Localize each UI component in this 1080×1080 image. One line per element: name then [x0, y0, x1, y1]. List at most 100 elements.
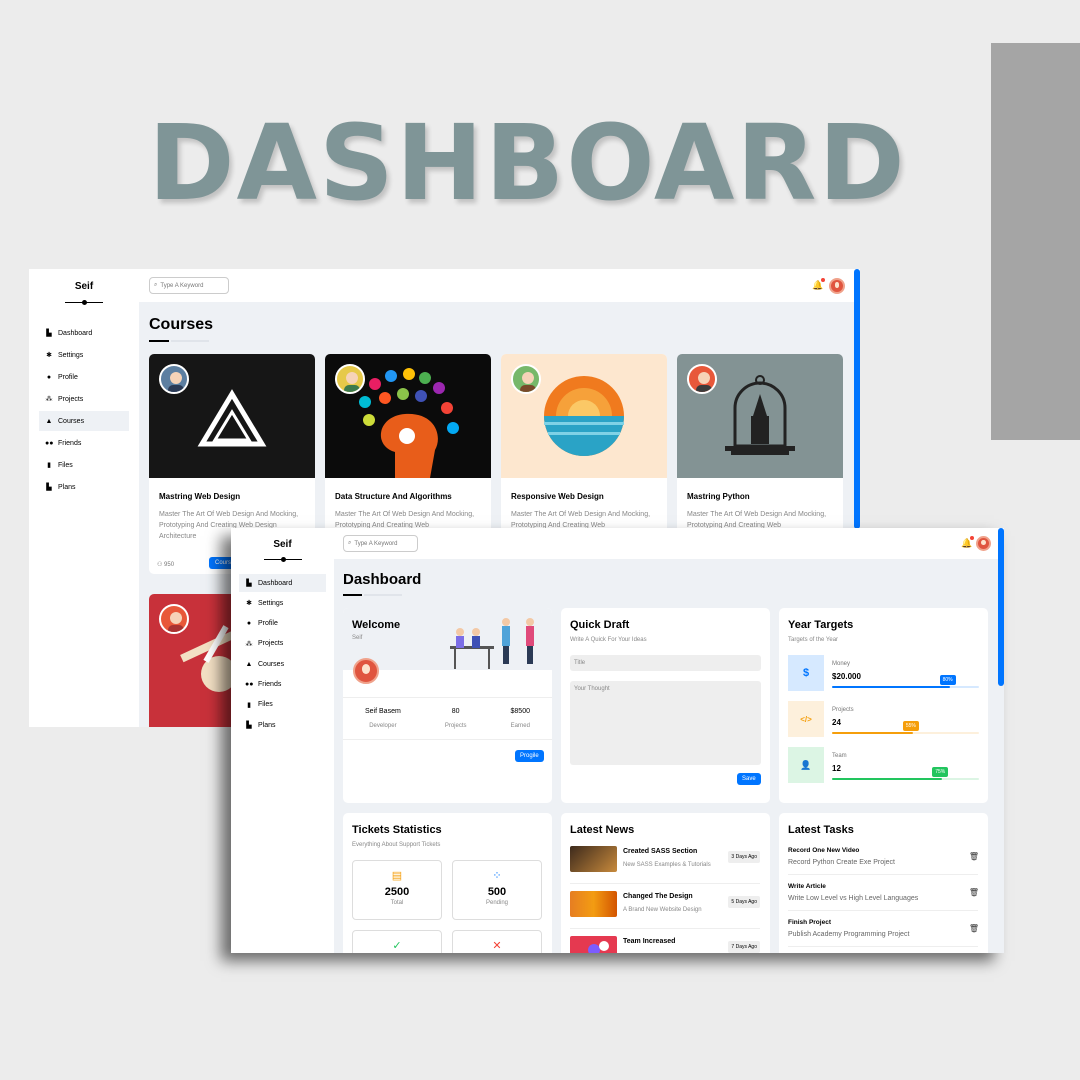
sidebar: Seif ▙ Dashboard ✱ Settings ● Profile ⁂ Proj… [29, 269, 139, 727]
course-thumbnail [325, 354, 491, 478]
sidebar-item-label: Courses [58, 417, 85, 425]
target-label: Team [832, 753, 847, 759]
sidebar-item-profile[interactable]: ● Profile [39, 367, 129, 387]
year-targets-title: Year Targets [788, 619, 854, 631]
stat-value: Seif Basem [365, 708, 401, 715]
target-value: 12 [832, 764, 841, 773]
sidebar: Seif ▙ Dashboard ✱ Settings ● Profile ⁂ Proj… [231, 528, 334, 953]
user-icon: ⚇ [157, 562, 165, 568]
user-icon: ● [46, 373, 52, 381]
students-count: ⚇ 950 [157, 561, 174, 568]
sidebar-item-plans[interactable]: ▙ Plans [239, 716, 326, 734]
divider [570, 883, 760, 884]
sidebar-item-friends[interactable]: ●● Friends [39, 433, 129, 453]
sidebar-item-dashboard[interactable]: ▙ Dashboard [239, 574, 326, 592]
news-title: Created SASS Section [623, 848, 698, 855]
year-targets-subtitle: Targets of the Year [788, 637, 839, 643]
divider [788, 946, 978, 947]
target-progress-fill [832, 732, 913, 734]
chart-icon: ▙ [46, 484, 52, 491]
welcome-card: Welcome Seif Seif Basem Developer 80 Proje… [343, 608, 552, 803]
year-targets-card: Year Targets Targets of the Year $ Money… [779, 608, 988, 803]
save-button[interactable]: Save [737, 773, 761, 785]
trash-icon[interactable]: 🗑 [969, 924, 979, 933]
dollar-icon: $ [788, 655, 824, 691]
sidebar-item-files[interactable]: ▮ Files [239, 696, 326, 714]
tickets-subtitle: Everything About Support Tickets [352, 842, 441, 848]
task-item: Record One New Video Record Python Creat… [788, 847, 979, 881]
latest-tasks-card: Latest Tasks Record One New Video Record… [779, 813, 988, 953]
sidebar-item-label: Dashboard [258, 579, 293, 587]
ticket-stat: ⁘ 500 Pending [452, 860, 542, 920]
course-thumbnail [149, 354, 315, 478]
target-percent-badge: 80% [939, 675, 956, 685]
stat-label: Projects [444, 723, 467, 729]
diagram-icon: ⁂ [245, 640, 253, 648]
spinner-icon: ⁘ [492, 870, 502, 882]
scrollbar[interactable] [998, 528, 1004, 686]
sidebar-item-projects[interactable]: ⁂ Projects [239, 635, 326, 653]
sidebar-nav: ▙ Dashboard ✱ Settings ● Profile ⁂ Projects … [231, 574, 334, 734]
target-value: 24 [832, 718, 841, 727]
course-title: Mastring Web Design [159, 492, 241, 501]
students-value: 950 [164, 562, 175, 568]
sidebar-item-projects[interactable]: ⁂ Projects [39, 389, 129, 409]
avatar[interactable] [829, 278, 845, 294]
avatar[interactable] [976, 536, 991, 551]
news-description: A Brand New Website Design [623, 907, 702, 913]
sidebar-item-friends[interactable]: ●● Friends [239, 675, 326, 693]
scrollbar[interactable] [854, 269, 860, 529]
quick-draft-subtitle: Write A Quick For Your Ideas [570, 637, 647, 643]
sidebar-item-plans[interactable]: ▙ Plans [39, 477, 129, 497]
divider [570, 928, 760, 929]
bell-icon[interactable]: 🔔 [812, 278, 826, 291]
top-bar: ⌕ Type A Keyword 🔔 [139, 269, 860, 302]
close-box-icon: ✕ [492, 940, 502, 952]
ticket-value: 500 [487, 886, 507, 898]
sidebar-item-settings[interactable]: ✱ Settings [239, 594, 326, 612]
brand-divider [263, 557, 302, 562]
sidebar-item-courses[interactable]: ▲ Courses [39, 411, 129, 431]
sidebar-item-courses[interactable]: ▲ Courses [239, 655, 326, 673]
ticket-label: Total [390, 900, 404, 906]
news-item[interactable]: Created SASS Section New SASS Examples &… [570, 846, 760, 880]
profile-button[interactable]: Progile [515, 750, 544, 762]
course-title: Mastring Python [687, 492, 750, 501]
trash-icon[interactable]: 🗑 [969, 852, 979, 861]
instructor-avatar [687, 364, 717, 394]
target-progress-bar: 55% [832, 721, 979, 734]
sidebar-item-dashboard[interactable]: ▙ Dashboard [39, 323, 129, 343]
course-thumbnail [677, 354, 843, 478]
welcome-title: Welcome [352, 619, 401, 631]
instructor-avatar [511, 364, 541, 394]
task-title: Write Article [788, 883, 826, 890]
ticket-stat: ✕ [452, 930, 542, 953]
target-progress-bar: 80% [832, 675, 979, 688]
task-description: Record Python Create Exe Project [788, 859, 895, 866]
search-input[interactable]: ⌕ Type A Keyword [343, 535, 418, 552]
sidebar-item-profile[interactable]: ● Profile [239, 615, 326, 633]
trash-icon[interactable]: 🗑 [969, 888, 979, 897]
stat-item: 80 Projects [445, 708, 467, 729]
news-item[interactable]: Changed The Design A Brand New Website D… [570, 891, 760, 925]
ticket-label: Pending [485, 900, 509, 906]
page-title-text: Dashboard [343, 571, 422, 588]
search-input[interactable]: ⌕ Type A Keyword [149, 277, 229, 294]
welcome-subtitle: Seif [352, 635, 363, 641]
draft-body-textarea[interactable]: Your Thought [570, 681, 761, 765]
sidebar-item-settings[interactable]: ✱ Settings [39, 345, 129, 365]
target-progress-fill [832, 778, 943, 780]
profile-avatar [353, 658, 379, 684]
page-title: Dashboard [343, 571, 422, 596]
brand-name: Seif [74, 281, 94, 292]
code-icon: </> [788, 701, 824, 737]
divider [343, 697, 552, 698]
graduation-cap-icon: ▲ [245, 660, 253, 668]
draft-title-input[interactable]: Title [570, 655, 761, 671]
latest-tasks-title: Latest Tasks [788, 824, 854, 836]
sidebar-item-files[interactable]: ▮ Files [39, 455, 129, 475]
task-item: Finish Project Publish Academy Programmi… [788, 919, 979, 953]
bell-icon[interactable]: 🔔 [961, 536, 975, 549]
search-icon: ⌕ [348, 540, 352, 546]
news-item[interactable]: Team Increased 7 Days Ago [570, 936, 760, 953]
